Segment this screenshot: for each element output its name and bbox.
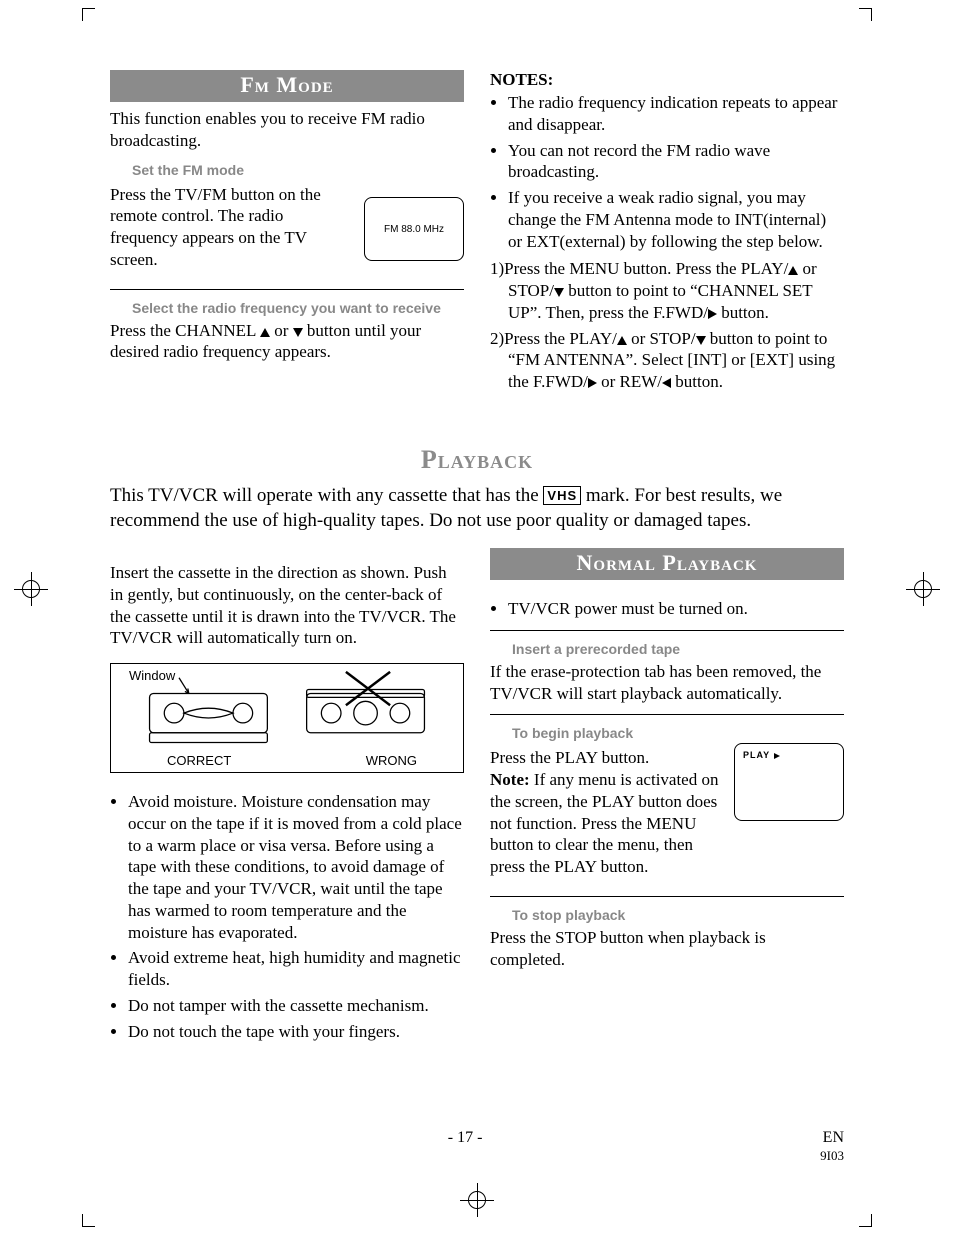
triangle-up-icon	[260, 328, 270, 337]
normal-playback-heading: Normal Playback	[490, 548, 844, 580]
power-note-list: TV/VCR power must be turned on.	[490, 598, 844, 620]
crop-mark-icon	[82, 8, 95, 21]
fm-step2-text: Press the CHANNEL or button until your d…	[110, 320, 464, 364]
notes-column: NOTES: The radio frequency indication re…	[490, 70, 844, 397]
page-number: - 17 -	[448, 1129, 483, 1165]
tape-care-item: Do not tamper with the cassette mechanis…	[128, 995, 464, 1017]
registration-mark-icon	[460, 1183, 494, 1217]
triangle-down-icon	[696, 336, 706, 345]
cassette-figure: Window CORRECT WRONG	[110, 663, 464, 773]
insert-tape-text: If the erase-protection tab has been rem…	[490, 661, 844, 705]
playback-left-column: Insert the cassette in the direction as …	[110, 548, 464, 1048]
registration-mark-icon	[14, 572, 48, 606]
crop-mark-icon	[859, 8, 872, 21]
playback-heading: Playback	[110, 445, 844, 475]
insert-tape-title: Insert a prerecorded tape	[512, 641, 844, 657]
tape-care-item: Avoid extreme heat, high humidity and ma…	[128, 947, 464, 991]
notes-num-2: 2)Press the PLAY/ or STOP/ button to poi…	[490, 328, 844, 393]
figure-correct-label: CORRECT	[167, 753, 231, 768]
notes-item: You can not record the FM radio wave bro…	[508, 140, 844, 184]
tape-care-list: Avoid moisture. Moisture condensation ma…	[110, 791, 464, 1042]
fm-step1-text: Press the TV/FM button on the remote con…	[110, 184, 354, 271]
footer-code: 9I03	[820, 1148, 844, 1163]
fm-intro: This function enables you to receive FM …	[110, 108, 464, 152]
divider	[110, 289, 464, 290]
fm-mode-heading: Fm Mode	[110, 70, 464, 102]
triangle-down-icon	[293, 328, 303, 337]
insert-cassette-text: Insert the cassette in the direction as …	[110, 562, 464, 649]
triangle-right-icon	[588, 378, 597, 388]
figure-window-label: Window	[129, 668, 175, 683]
tv-screen-play: PLAY	[734, 743, 844, 821]
vhs-mark-icon: VHS	[543, 486, 581, 506]
fm-section: Fm Mode This function enables you to rec…	[110, 70, 844, 397]
fm-step1-title: Set the FM mode	[132, 162, 464, 178]
triangle-up-icon	[788, 266, 798, 275]
notes-heading: NOTES:	[490, 70, 844, 90]
notes-num-1: 1)Press the MENU button. Press the PLAY/…	[490, 258, 844, 323]
triangle-left-icon	[662, 378, 671, 388]
notes-item: If you receive a weak radio signal, you …	[508, 187, 844, 252]
power-note-item: TV/VCR power must be turned on.	[508, 598, 844, 620]
tv-screen-fm-text: FM 88.0 MHz	[384, 224, 444, 235]
registration-mark-icon	[906, 572, 940, 606]
note-label: Note:	[490, 770, 530, 789]
fm-left-column: Fm Mode This function enables you to rec…	[110, 70, 464, 397]
begin-playback-text: Press the PLAY button. Note: If any menu…	[490, 747, 724, 878]
crop-mark-icon	[859, 1214, 872, 1227]
normal-playback-column: Normal Playback TV/VCR power must be tur…	[490, 548, 844, 1048]
tape-care-item: Avoid moisture. Moisture condensation ma…	[128, 791, 464, 943]
fm-step2-title: Select the radio frequency you want to r…	[132, 300, 464, 316]
notes-item: The radio frequency indication repeats t…	[508, 92, 844, 136]
tv-screen-play-label: PLAY	[743, 750, 780, 760]
manual-page: Fm Mode This function enables you to rec…	[0, 0, 954, 1235]
triangle-right-icon	[774, 753, 780, 759]
triangle-down-icon	[554, 288, 564, 297]
footer-lang: EN	[823, 1129, 844, 1146]
notes-list: The radio frequency indication repeats t…	[490, 92, 844, 252]
divider	[490, 630, 844, 631]
triangle-right-icon	[708, 309, 717, 319]
figure-wrong-label: WRONG	[366, 753, 417, 768]
divider	[490, 714, 844, 715]
playback-columns: Insert the cassette in the direction as …	[110, 548, 844, 1048]
tape-care-item: Do not touch the tape with your fingers.	[128, 1021, 464, 1043]
playback-intro: This TV/VCR will operate with any casset…	[110, 483, 844, 534]
page-footer: - 17 - EN 9I03	[110, 1129, 844, 1165]
begin-playback-title: To begin playback	[512, 725, 844, 741]
tv-screen-fm: FM 88.0 MHz	[364, 197, 464, 261]
stop-playback-title: To stop playback	[512, 907, 844, 923]
triangle-up-icon	[617, 336, 627, 345]
crop-mark-icon	[82, 1214, 95, 1227]
divider	[490, 896, 844, 897]
stop-playback-text: Press the STOP button when playback is c…	[490, 927, 844, 971]
